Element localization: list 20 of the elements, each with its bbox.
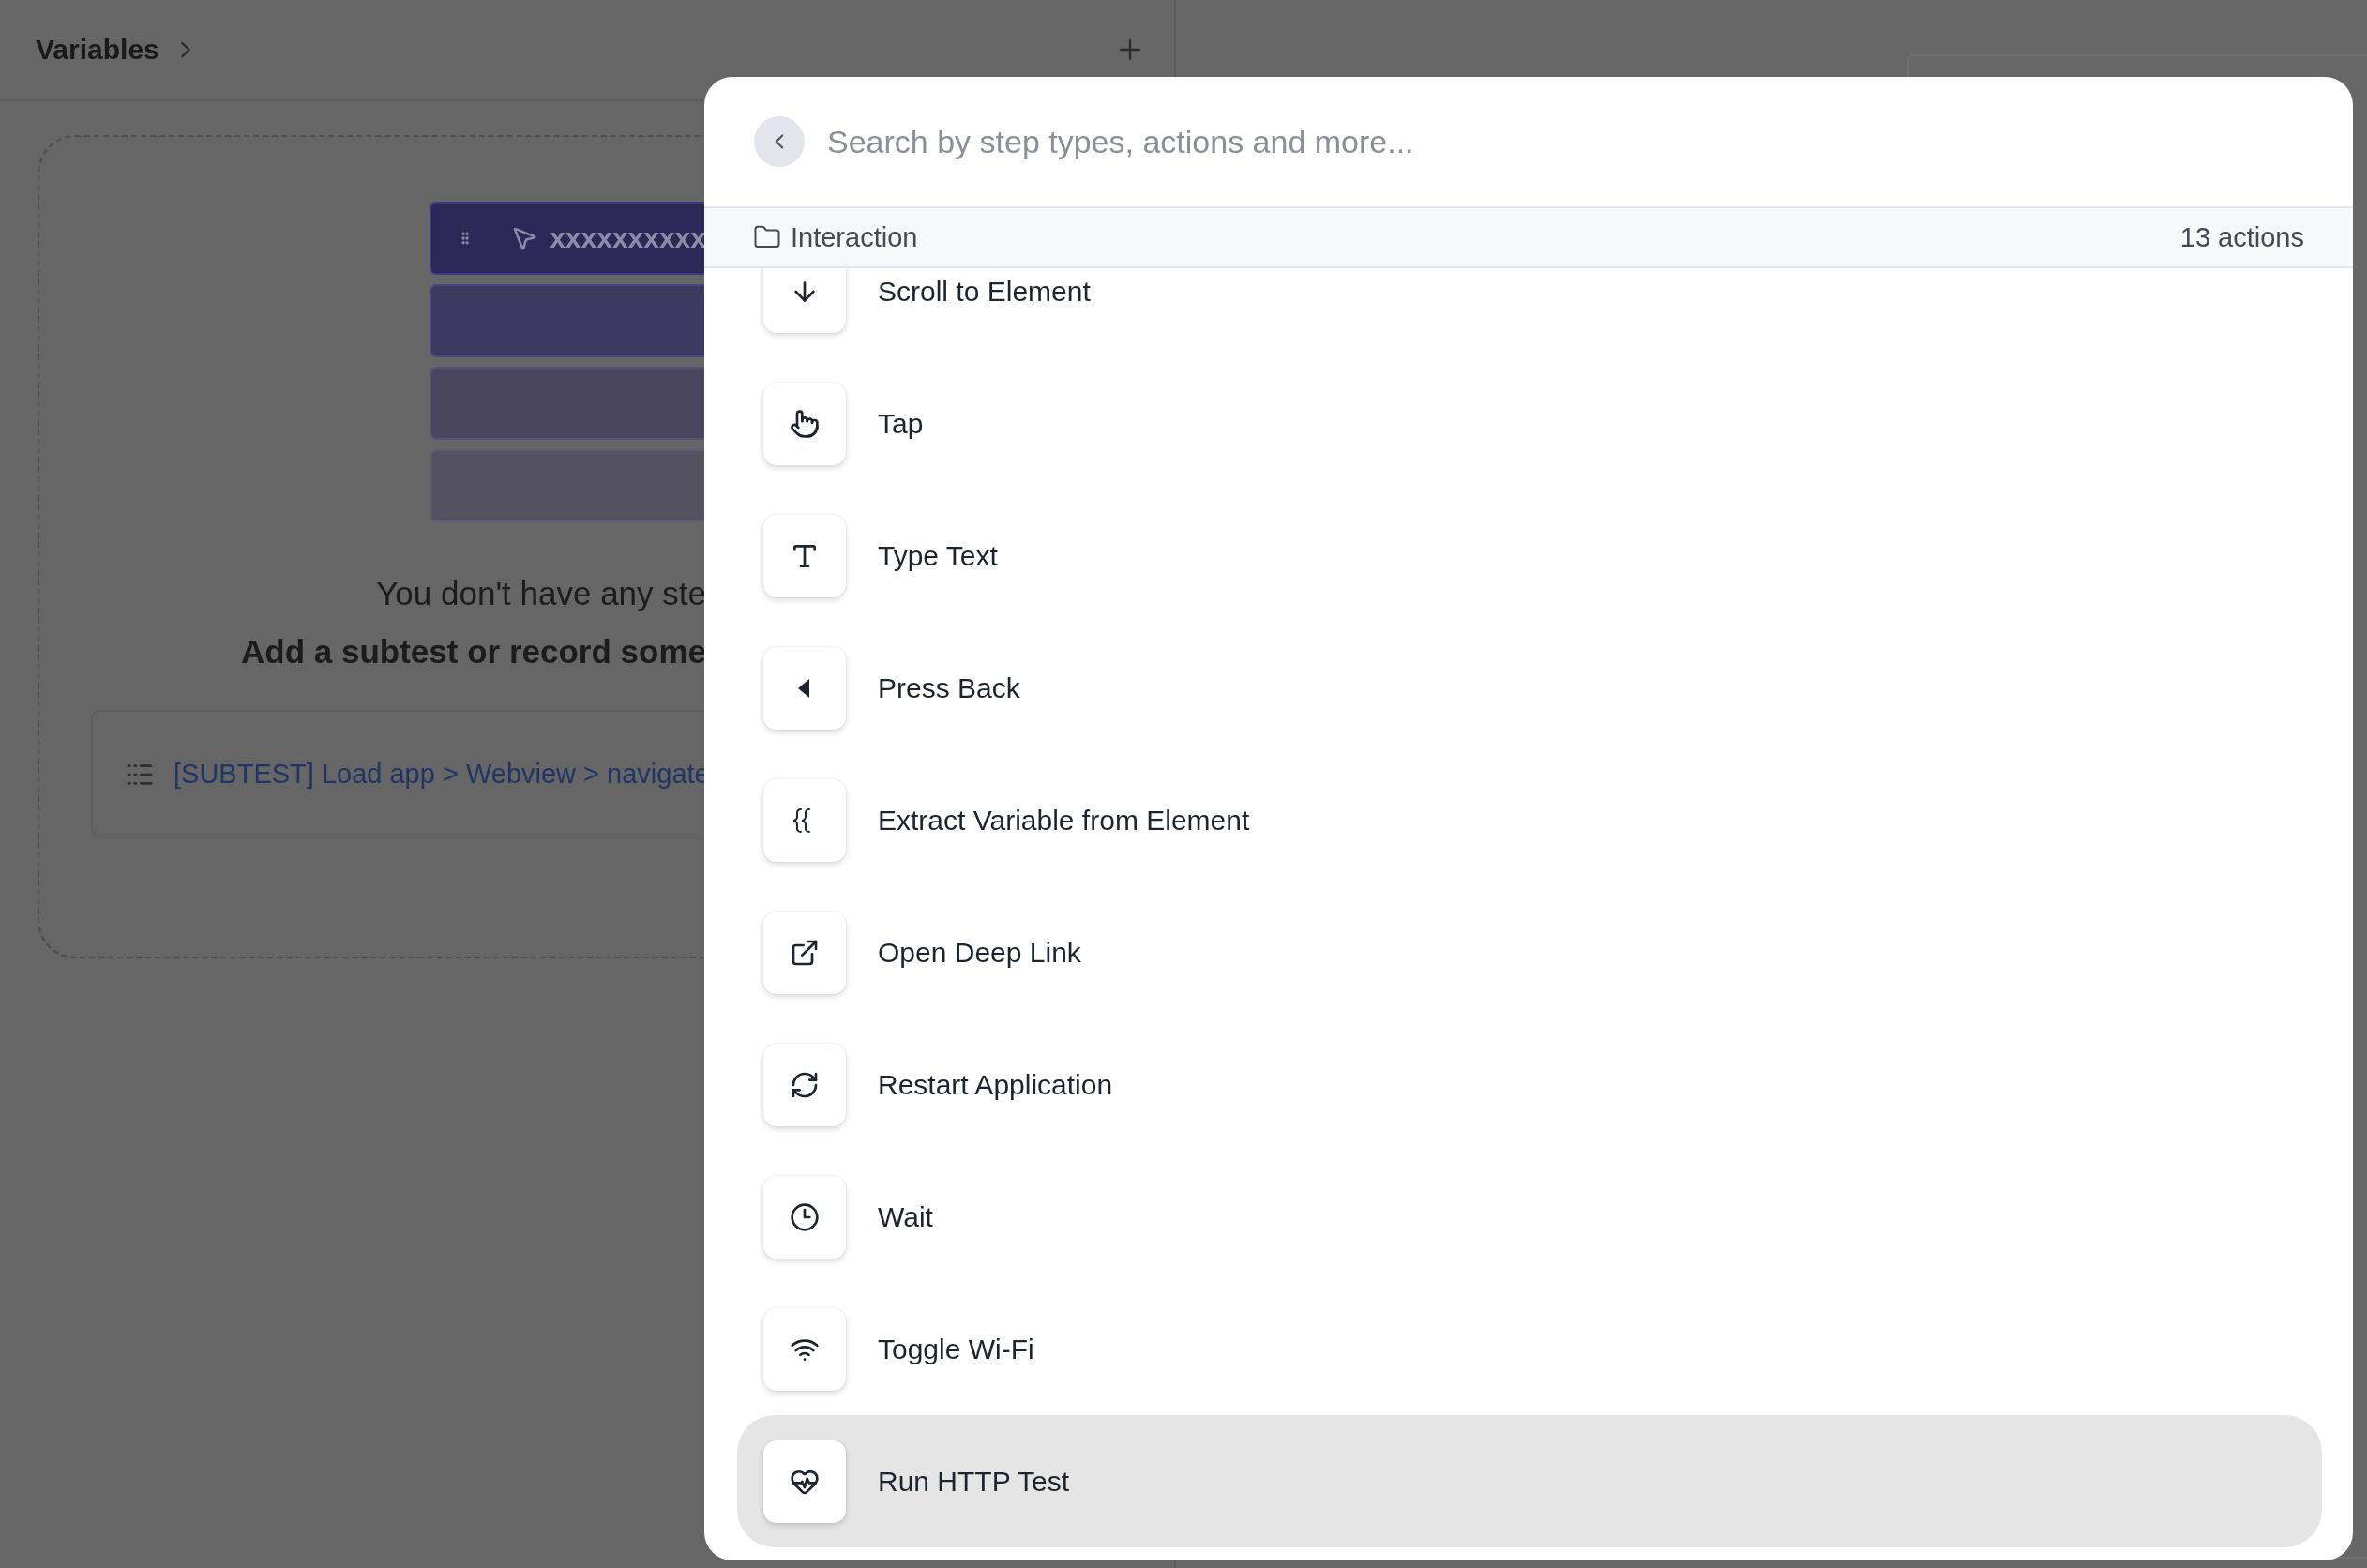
pointer-icon — [790, 408, 820, 439]
step-label: xxxxxxxxxx — [550, 222, 706, 254]
action-item[interactable]: Open Deep Link — [737, 886, 2322, 1018]
clock-icon — [790, 1201, 820, 1232]
back-button[interactable] — [754, 116, 805, 167]
action-item[interactable]: Press Back — [737, 622, 2322, 754]
action-item[interactable]: Extract Variable from Element — [737, 754, 2322, 886]
empty-message: You don't have any ste — [376, 575, 706, 612]
category-label: Interaction — [791, 221, 918, 253]
action-item[interactable]: Run HTTP Test — [737, 1415, 2322, 1547]
action-item[interactable]: Tap — [737, 357, 2322, 490]
action-item[interactable]: Type Text — [737, 490, 2322, 622]
search-field[interactable]: Search by step types, actions and more... — [825, 122, 2353, 161]
action-item[interactable]: Scroll to Element — [737, 268, 2322, 357]
action-item[interactable]: Restart Application — [737, 1018, 2322, 1151]
empty-hint: Add a subtest or record some — [241, 633, 706, 671]
action-item[interactable]: Toggle Wi-Fi — [737, 1283, 2322, 1415]
action-item[interactable]: Wait — [737, 1151, 2322, 1283]
action-count: 13 actions — [2179, 221, 2304, 253]
panel-title: Variables — [36, 34, 159, 66]
